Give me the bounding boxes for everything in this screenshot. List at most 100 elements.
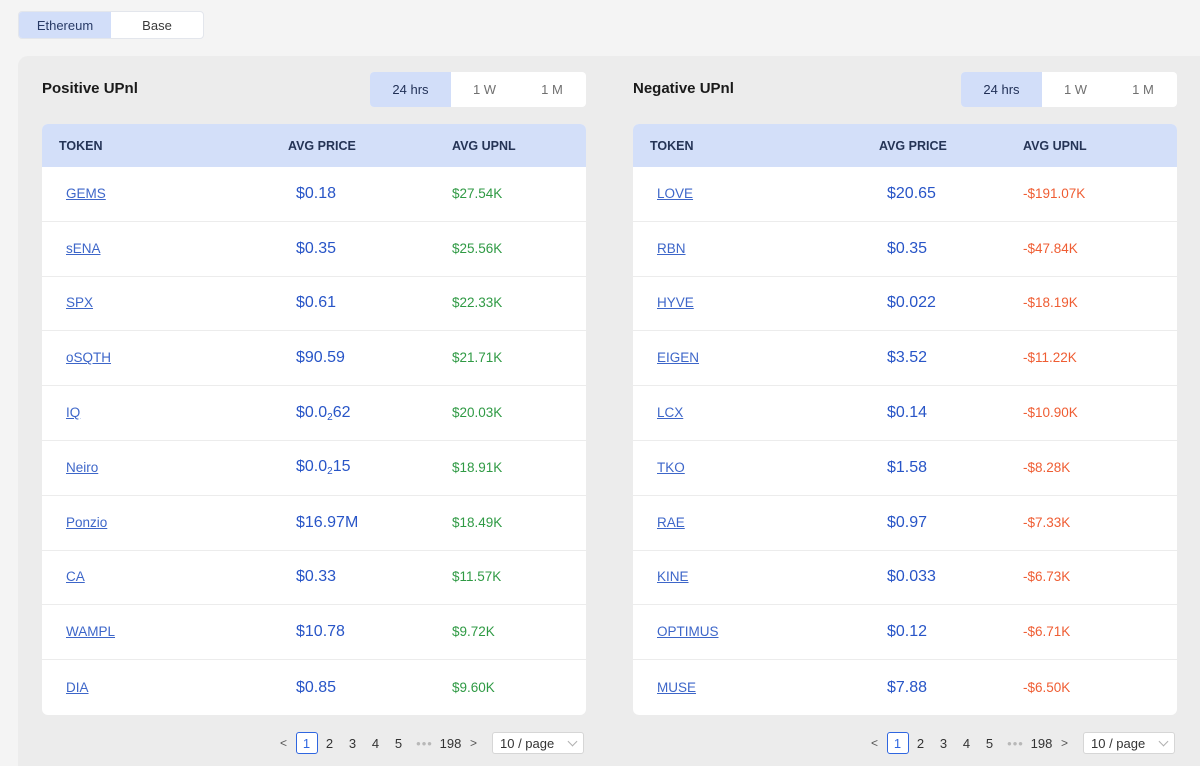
avg-upnl-cell: $20.03K: [452, 404, 586, 422]
token-cell: WAMPL: [42, 623, 288, 641]
header-token[interactable]: TOKEN: [633, 139, 879, 153]
token-link[interactable]: Neiro: [66, 460, 98, 475]
token-link[interactable]: RBN: [657, 241, 686, 256]
table-row: Neiro $0.0215 $18.91K: [42, 441, 586, 496]
prev-page-button[interactable]: <: [864, 732, 886, 754]
token-link[interactable]: LCX: [657, 405, 683, 420]
token-link[interactable]: WAMPL: [66, 624, 115, 639]
page-4-button[interactable]: 4: [956, 732, 978, 754]
header-avg-price[interactable]: AVG PRICE: [879, 139, 1023, 153]
page-1-button[interactable]: 1: [886, 732, 909, 754]
more-pages-icon[interactable]: •••: [1002, 732, 1030, 754]
token-link[interactable]: OPTIMUS: [657, 624, 719, 639]
token-link[interactable]: KINE: [657, 569, 689, 584]
page-5-button[interactable]: 5: [979, 732, 1001, 754]
page-size-value: 10 / page: [1091, 735, 1146, 751]
avg-upnl: -$6.71K: [1023, 624, 1071, 640]
token-link[interactable]: RAE: [657, 515, 685, 530]
avg-upnl-cell: -$18.19K: [1023, 294, 1157, 312]
avg-upnl: -$8.28K: [1023, 459, 1071, 475]
avg-upnl-cell: -$8.28K: [1023, 459, 1157, 477]
avg-price-cell: $7.88: [879, 679, 1023, 697]
token-link[interactable]: TKO: [657, 460, 685, 475]
avg-upnl-cell: $21.71K: [452, 349, 586, 367]
token-link[interactable]: GEMS: [66, 186, 106, 201]
avg-price: $0.0262: [296, 404, 351, 423]
avg-price-cell: $16.97M: [288, 514, 452, 532]
network-tabs: Ethereum Base: [18, 11, 204, 39]
tab-ethereum[interactable]: Ethereum: [19, 12, 111, 38]
positive-upnl-panel: Positive UPnl 24 hrs 1 W 1 M TOKEN AVG P…: [42, 56, 586, 766]
tab-1m[interactable]: 1 M: [1109, 72, 1177, 107]
token-link[interactable]: MUSE: [657, 680, 696, 695]
avg-price: $0.33: [296, 568, 336, 585]
token-link[interactable]: EIGEN: [657, 350, 699, 365]
avg-upnl: $18.91K: [452, 459, 503, 475]
avg-upnl-cell: $9.72K: [452, 623, 586, 641]
avg-price: $0.0215: [296, 458, 351, 477]
token-link[interactable]: CA: [66, 569, 85, 584]
avg-price-cell: $20.65: [879, 185, 1023, 203]
header-avg-price[interactable]: AVG PRICE: [288, 139, 452, 153]
table-row: LCX $0.14 -$10.90K: [633, 386, 1177, 441]
avg-price: $0.35: [887, 240, 927, 257]
avg-price-value: $0.033: [887, 568, 936, 586]
header-avg-upnl[interactable]: AVG UPNL: [1023, 139, 1157, 153]
tab-24hrs[interactable]: 24 hrs: [961, 72, 1042, 107]
token-link[interactable]: sENA: [66, 241, 101, 256]
avg-upnl-cell: -$191.07K: [1023, 185, 1157, 203]
table-row: WAMPL $10.78 $9.72K: [42, 605, 586, 661]
tab-1w[interactable]: 1 W: [451, 72, 518, 107]
avg-price: $0.12: [887, 623, 927, 640]
next-page-button[interactable]: >: [463, 732, 485, 754]
page-last-button[interactable]: 198: [1031, 732, 1053, 754]
avg-upnl-cell: $9.60K: [452, 679, 586, 697]
page-5-button[interactable]: 5: [388, 732, 410, 754]
tab-24hrs[interactable]: 24 hrs: [370, 72, 451, 107]
avg-price-value: $0.85: [296, 678, 337, 696]
page-last-button[interactable]: 198: [440, 732, 462, 754]
tab-1m[interactable]: 1 M: [518, 72, 586, 107]
avg-price-cell: $0.12: [879, 623, 1023, 641]
avg-upnl: -$6.73K: [1023, 569, 1071, 585]
token-cell: LCX: [633, 404, 879, 422]
token-link[interactable]: Ponzio: [66, 515, 107, 530]
avg-price: $0.85: [296, 679, 336, 696]
page-size-value: 10 / page: [500, 735, 555, 751]
header-token[interactable]: TOKEN: [42, 139, 288, 153]
page-2-button[interactable]: 2: [910, 732, 932, 754]
token-link[interactable]: SPX: [66, 295, 93, 310]
token-link[interactable]: DIA: [66, 680, 89, 695]
table-row: sENA $0.35 $25.56K: [42, 222, 586, 277]
table-row: DIA $0.85 $9.60K: [42, 660, 586, 715]
page-4-button[interactable]: 4: [365, 732, 387, 754]
table-row: Ponzio $16.97M $18.49K: [42, 496, 586, 551]
page-size-select[interactable]: 10 / page: [1083, 732, 1175, 754]
avg-price-cell: $0.85: [288, 679, 452, 697]
page-1-button[interactable]: 1: [295, 732, 318, 754]
avg-price-value: $10.78: [296, 623, 345, 641]
next-page-button[interactable]: >: [1054, 732, 1076, 754]
avg-price-cell: $0.35: [879, 240, 1023, 258]
period-tabs: 24 hrs 1 W 1 M: [961, 72, 1177, 107]
token-link[interactable]: HYVE: [657, 295, 694, 310]
token-cell: SPX: [42, 294, 288, 312]
avg-upnl: $9.72K: [452, 624, 495, 640]
avg-upnl-cell: -$6.71K: [1023, 623, 1157, 641]
page-2-button[interactable]: 2: [319, 732, 341, 754]
table-row: EIGEN $3.52 -$11.22K: [633, 331, 1177, 387]
more-pages-icon[interactable]: •••: [411, 732, 439, 754]
page-3-button[interactable]: 3: [342, 732, 364, 754]
token-link[interactable]: LOVE: [657, 186, 693, 201]
tab-1w[interactable]: 1 W: [1042, 72, 1109, 107]
header-avg-upnl[interactable]: AVG UPNL: [452, 139, 586, 153]
page-3-button[interactable]: 3: [933, 732, 955, 754]
tab-base[interactable]: Base: [111, 12, 203, 38]
avg-upnl: -$18.19K: [1023, 295, 1078, 311]
prev-page-button[interactable]: <: [273, 732, 295, 754]
page-size-select[interactable]: 10 / page: [492, 732, 584, 754]
avg-price: $1.58: [887, 459, 927, 476]
table-row: KINE $0.033 -$6.73K: [633, 551, 1177, 606]
token-link[interactable]: IQ: [66, 405, 80, 420]
token-link[interactable]: oSQTH: [66, 350, 111, 365]
